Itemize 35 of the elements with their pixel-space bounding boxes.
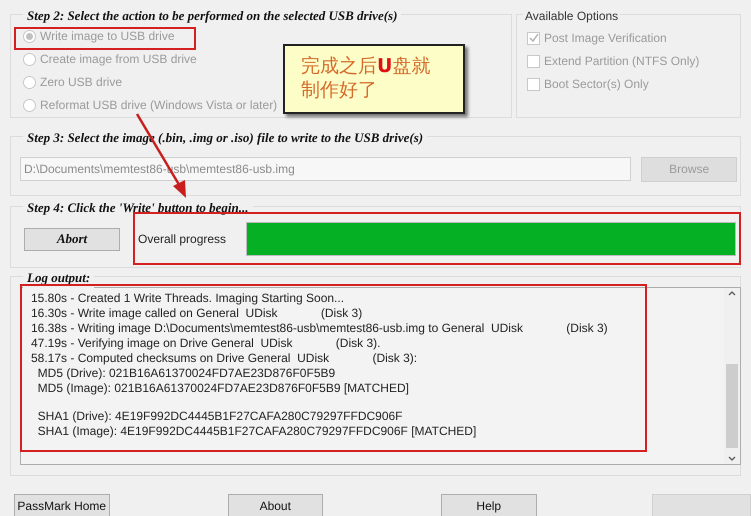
scroll-down-icon[interactable]: [728, 456, 736, 462]
abort-button[interactable]: Abort: [24, 228, 120, 250]
log-line: SHA1 (Drive): 4E19F992DC4445B1F27CAFA280C79297FFDC906F: [36, 409, 404, 424]
scroll-up-icon[interactable]: [728, 290, 736, 296]
callout-text: 完成之后U盘就制作好了: [301, 54, 432, 102]
dialog-button[interactable]: [652, 494, 751, 516]
browse-button[interactable]: Browse: [641, 156, 737, 182]
dialog-button[interactable]: PassMark Home: [14, 494, 110, 516]
radio-option[interactable]: Write image to USB drive: [23, 27, 174, 45]
progress-label: Overall progress: [138, 231, 228, 248]
radio-icon: [23, 76, 36, 88]
checkbox-option[interactable]: Boot Sector(s) Only: [527, 75, 740, 93]
checkbox-option[interactable]: Post Image Verification: [527, 29, 740, 47]
radio-option[interactable]: Zero USB drive: [23, 73, 122, 91]
log-line: MD5 (Drive): 021B16A61370024FD7AE23D876F0F5B9: [36, 366, 336, 381]
checkbox-icon: [527, 54, 540, 68]
log-line: MD5 (Image): 021B16A61370024FD7AE23D876F0F5B9 [MATCHED]: [36, 381, 410, 396]
dialog-button[interactable]: Help: [441, 494, 536, 516]
radio-icon: [23, 52, 36, 66]
checkbox-icon: [527, 78, 540, 90]
log-line: 15.80s - Created 1 Write Threads. Imaging Starting Soon...: [31, 291, 346, 306]
log-line: 16.38s - Writing image D:\Documents\memtest86-usb\memtest86-usb.img to General UDisk (Disk 3): [31, 321, 609, 336]
scrollbar[interactable]: [724, 288, 740, 464]
log-line: SHA1 (Image): 4E19F992DC4445B1F27CAFA280C79297FFDC906F [MATCHED]: [36, 424, 478, 439]
radio-icon: [23, 98, 36, 112]
radio-icon: [23, 30, 36, 42]
scroll-thumb[interactable]: [726, 364, 738, 448]
log-line: 58.17s - Computed checksums on Drive General UDisk (Disk 3):: [31, 351, 418, 366]
radio-option[interactable]: Create image from USB drive: [23, 50, 197, 68]
dialog-button[interactable]: About: [228, 494, 323, 516]
checkbox-option[interactable]: Extend Partition (NTFS Only): [527, 52, 740, 70]
checkbox-icon: [527, 32, 540, 44]
radio-option[interactable]: Reformat USB drive (Windows Vista or later): [23, 96, 278, 114]
log-line: 47.19s - Verifying image on Drive General UDisk (Disk 3).: [31, 336, 382, 351]
log-line: 16.30s - Write image called on General UDisk (Disk 3): [31, 306, 364, 321]
